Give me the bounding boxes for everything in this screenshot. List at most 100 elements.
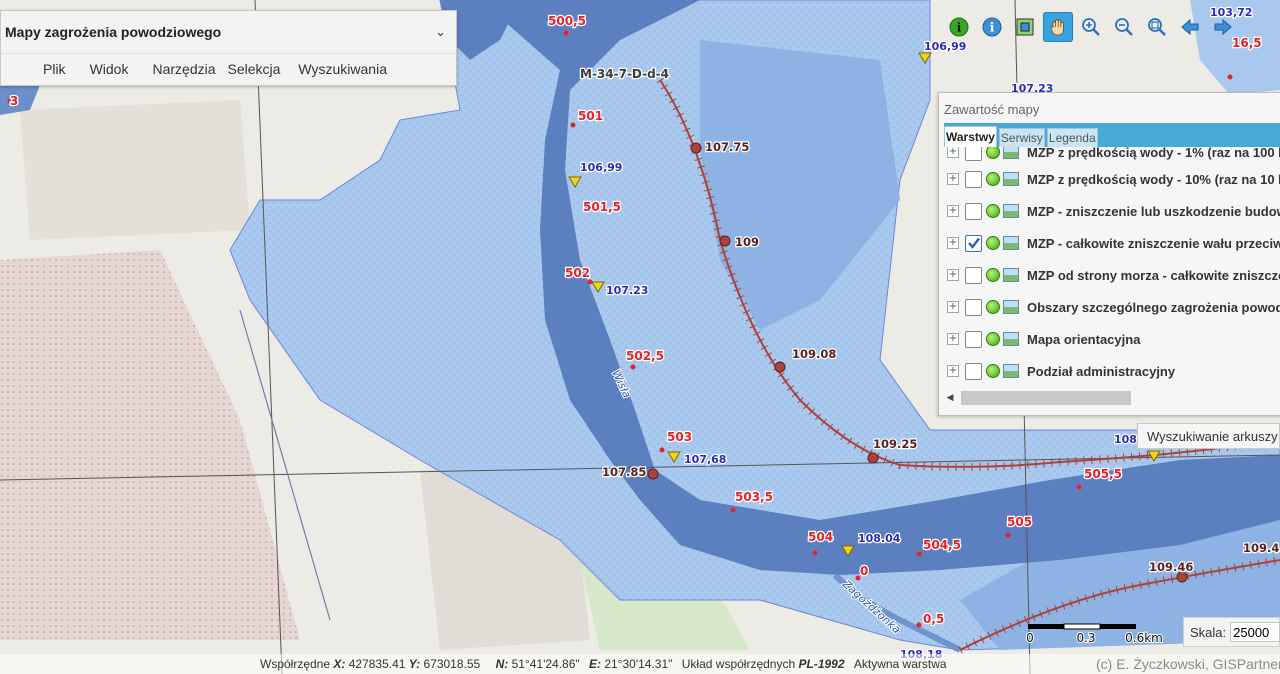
levee-point[interactable]: [719, 235, 731, 247]
levee-label: 109.46: [1149, 560, 1193, 574]
layer-name: MZP od strony morza - całkowite zniszcze…: [1027, 267, 1280, 283]
tab-serwisy[interactable]: Serwisy: [998, 128, 1045, 147]
back-arrow-icon[interactable]: [1175, 12, 1205, 42]
layer-row[interactable]: + MZP od strony morza - całkowite zniszcz…: [939, 259, 1280, 291]
sheet-label: M-34-7-D-d-4: [580, 67, 669, 81]
n-label: N:: [495, 657, 509, 671]
layer-image-icon: [1003, 332, 1019, 346]
zoom-extent-icon[interactable]: [1142, 12, 1172, 42]
layer-row[interactable]: + Mapa orientacyjna: [939, 323, 1280, 355]
layer-image-icon: [1003, 300, 1019, 314]
scroll-thumb[interactable]: [961, 391, 1131, 405]
layer-list: + MZP z prędkością wody - 1% (raz na 100 …: [939, 147, 1280, 383]
expand-icon[interactable]: +: [947, 237, 959, 249]
expand-icon[interactable]: +: [947, 365, 959, 377]
expand-icon[interactable]: +: [947, 333, 959, 345]
menu-narzedzia[interactable]: Narzędzia: [152, 61, 215, 77]
layer-status-icon: [986, 204, 1000, 218]
levee-point[interactable]: [774, 361, 786, 373]
scale-tick-0: 0: [1026, 631, 1034, 645]
layer-image-icon: [1003, 236, 1019, 250]
layer-name: Obszary szczególnego zagrożenia powodzią: [1027, 299, 1280, 315]
layers-panel-title: Zawartość mapy: [944, 102, 1040, 117]
layer-image-icon: [1003, 172, 1019, 186]
layer-row[interactable]: + Podział administracyjny: [939, 355, 1280, 383]
expand-icon[interactable]: +: [947, 173, 959, 185]
sheet-search-box[interactable]: Wyszukiwanie arkuszy: [1137, 423, 1280, 449]
layer-checkbox[interactable]: [965, 266, 982, 284]
layer-checkbox[interactable]: [965, 298, 982, 316]
checkmark-icon: [967, 237, 980, 249]
e-value: 21°30'14.31": [604, 657, 673, 671]
layer-checkbox[interactable]: [965, 362, 982, 380]
menu-selekcja[interactable]: Selekcja: [228, 61, 281, 77]
svg-text:i: i: [957, 21, 962, 35]
levee-point[interactable]: [647, 468, 659, 480]
map-select-icon[interactable]: [1010, 12, 1040, 42]
km-label: 500,5: [548, 14, 586, 28]
forward-arrow-icon[interactable]: [1208, 12, 1238, 42]
tab-legenda[interactable]: Legenda: [1046, 128, 1098, 147]
layer-name: Mapa orientacyjna: [1027, 331, 1141, 347]
layer-row[interactable]: + MZP - całkowite zniszczenie wału przeci…: [939, 227, 1280, 259]
layer-row[interactable]: + MZP - zniszczenie lub uszkodzenie budow…: [939, 195, 1280, 227]
km-label: 505,5: [1084, 467, 1122, 481]
layer-name: MZP z prędkością wody - 10% (raz na 10 l…: [1027, 171, 1280, 187]
layer-image-icon: [1003, 268, 1019, 282]
scale-tick-1: 0.3: [1076, 631, 1095, 645]
expand-icon[interactable]: +: [947, 205, 959, 217]
expand-icon[interactable]: +: [947, 269, 959, 281]
pan-hand-icon[interactable]: [1043, 12, 1073, 42]
layer-checkbox[interactable]: [965, 234, 982, 252]
horizontal-scrollbar[interactable]: ◀: [939, 389, 1280, 407]
app-title-bar[interactable]: Mapy zagrożenia powodziowego ⌄: [1, 11, 456, 54]
km-label: 505: [1007, 515, 1032, 529]
levee-label: 107.85: [602, 465, 646, 479]
km-label: 504: [808, 530, 833, 544]
levee-label: 109.08: [792, 347, 836, 361]
layer-name: Podział administracyjny: [1027, 363, 1176, 379]
expand-icon[interactable]: +: [947, 147, 959, 158]
chevron-down-icon[interactable]: ⌄: [435, 25, 446, 40]
scale-tick-2: 0.6km: [1125, 631, 1163, 645]
menu-plik[interactable]: Plik: [43, 61, 66, 77]
layer-checkbox[interactable]: [965, 330, 982, 348]
layer-row[interactable]: + MZP z prędkością wody - 10% (raz na 10 …: [939, 163, 1280, 195]
n-value: 51°41'24.86": [511, 657, 580, 671]
layer-image-icon: [1003, 364, 1019, 378]
x-label: X:: [333, 657, 346, 671]
active-layer-label: Aktywna warstwa: [853, 657, 947, 671]
info-green-icon[interactable]: i: [944, 12, 974, 42]
y-label: Y:: [408, 657, 421, 671]
layer-name: MZP - zniszczenie lub uszkodzenie budowl…: [1027, 203, 1280, 219]
menu-widok[interactable]: Widok: [90, 61, 129, 77]
scale-control: Skala:: [1183, 617, 1280, 647]
layer-name: MZP - całkowite zniszczenie wału przeciw…: [1027, 235, 1280, 251]
map-toolbar: i i: [944, 12, 1238, 42]
scroll-left-icon[interactable]: ◀: [939, 393, 961, 403]
layer-checkbox[interactable]: [965, 170, 982, 188]
layer-row[interactable]: + Obszary szczególnego zagrożenia powodzi…: [939, 291, 1280, 323]
status-bar: Współrzędne X: 427835.41 Y: 673018.55 N:…: [0, 654, 1280, 674]
zoom-out-icon[interactable]: [1109, 12, 1139, 42]
levee-label: 109.4: [1243, 541, 1279, 555]
levee-label: 109: [735, 235, 759, 249]
menu-wyszukiwania[interactable]: Wyszukiwania: [298, 61, 387, 77]
levee-point[interactable]: [867, 452, 879, 464]
info-blue-icon[interactable]: i: [977, 12, 1007, 42]
levee-point[interactable]: [690, 142, 702, 154]
km-label: 502,5: [626, 349, 664, 363]
layer-image-icon: [1003, 204, 1019, 218]
layer-checkbox[interactable]: [965, 147, 982, 161]
layer-status-icon: [986, 332, 1000, 346]
zoom-in-icon[interactable]: [1076, 12, 1106, 42]
app-title: Mapy zagrożenia powodziowego: [5, 24, 222, 40]
km-label: 503,5: [735, 490, 773, 504]
gauge-label: 108: [1114, 433, 1137, 446]
expand-icon[interactable]: +: [947, 301, 959, 313]
km-label: 502: [565, 266, 590, 280]
tab-warstwy[interactable]: Warstwy: [944, 126, 997, 147]
scale-input[interactable]: [1230, 622, 1280, 642]
layer-status-icon: [986, 268, 1000, 282]
layer-checkbox[interactable]: [965, 202, 982, 220]
